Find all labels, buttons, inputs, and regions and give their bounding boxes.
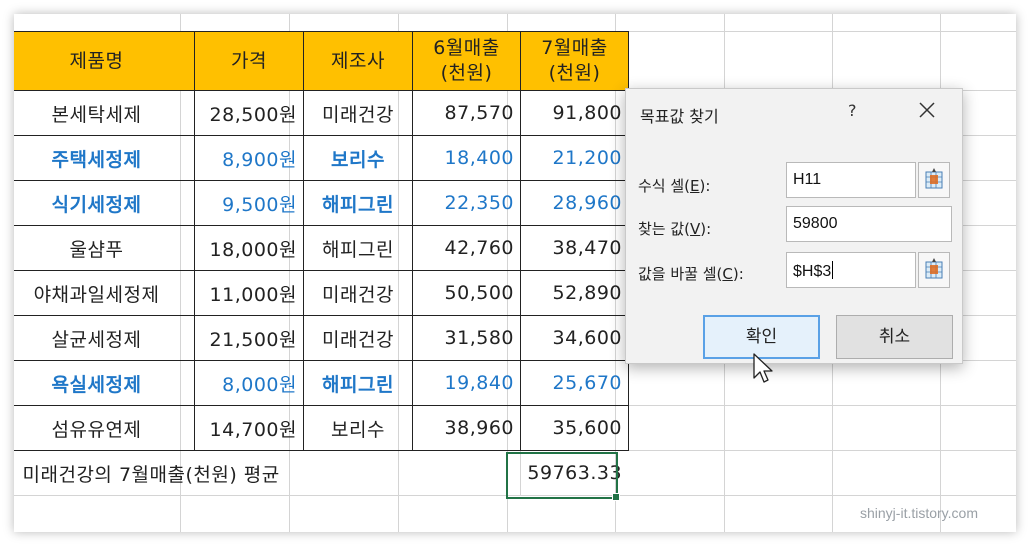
- cell-price[interactable]: 18,000원: [194, 225, 304, 271]
- cell-product-name[interactable]: 야채과일세정제: [14, 270, 195, 316]
- changing-cell-label: 값을 바꿀 셀(C):: [638, 265, 744, 283]
- gridline-horizontal: [14, 495, 1016, 496]
- cell-july-sales[interactable]: 28,960: [520, 180, 629, 226]
- summary-label[interactable]: 미래건강의 7월매출(천원) 평균: [14, 450, 521, 495]
- cell-july-sales[interactable]: 34,600: [520, 315, 629, 361]
- cell-product-name[interactable]: 욕실세정제: [14, 360, 195, 406]
- header-row: 제품명 가격 제조사 6월매출 (천원) 7월매출 (천원): [14, 31, 629, 91]
- cell-maker[interactable]: 해피그린: [303, 180, 413, 226]
- cell-price[interactable]: 9,500원: [194, 180, 304, 226]
- cell-july-sales[interactable]: 25,670: [520, 360, 629, 406]
- cell-maker[interactable]: 해피그린: [303, 360, 413, 406]
- cell-product-name[interactable]: 주택세정제: [14, 135, 195, 181]
- text-caret: [832, 261, 834, 279]
- header-maker[interactable]: 제조사: [303, 31, 413, 91]
- summary-value-cell[interactable]: 59763.33: [520, 450, 629, 495]
- cell-june-sales[interactable]: 50,500: [412, 270, 521, 316]
- cell-product-name[interactable]: 살균세정제: [14, 315, 195, 361]
- cell-july-sales[interactable]: 35,600: [520, 405, 629, 451]
- cell-july-sales[interactable]: 91,800: [520, 90, 629, 136]
- changing-cell-range-button[interactable]: [918, 252, 950, 288]
- summary-row: 미래건강의 7월매출(천원) 평균 59763.33: [14, 450, 629, 495]
- cell-july-sales[interactable]: 38,470: [520, 225, 629, 271]
- cell-price[interactable]: 11,000원: [194, 270, 304, 316]
- help-button[interactable]: ?: [848, 101, 857, 120]
- cell-june-sales[interactable]: 19,840: [412, 360, 521, 406]
- cell-maker[interactable]: 보리수: [303, 135, 413, 181]
- target-value-input[interactable]: 59800: [786, 206, 952, 242]
- fill-handle[interactable]: [612, 493, 620, 501]
- goal-seek-dialog: 목표값 찾기 ? 수식 셀(E): H11 찾는 값(V): 59800 값을 …: [625, 88, 963, 364]
- formula-cell-input[interactable]: H11: [786, 162, 916, 198]
- formula-cell-range-button[interactable]: [918, 162, 950, 198]
- table-row: 식기세정제 9,500원 해피그린 22,350 28,960: [14, 180, 629, 226]
- table-row: 야채과일세정제 11,000원 미래건강 50,500 52,890: [14, 270, 629, 316]
- cell-july-sales[interactable]: 52,890: [520, 270, 629, 316]
- formula-cell-label: 수식 셀(E):: [638, 177, 711, 195]
- cell-maker[interactable]: 보리수: [303, 405, 413, 451]
- cancel-button[interactable]: 취소: [836, 315, 953, 359]
- changing-cell-input[interactable]: $H$3: [786, 252, 916, 288]
- cell-maker[interactable]: 해피그린: [303, 225, 413, 271]
- cell-june-sales[interactable]: 18,400: [412, 135, 521, 181]
- table-row: 울샴푸 18,000원 해피그린 42,760 38,470: [14, 225, 629, 271]
- range-select-icon: [925, 258, 943, 279]
- cell-july-sales[interactable]: 21,200: [520, 135, 629, 181]
- close-icon[interactable]: [916, 99, 938, 121]
- cell-june-sales[interactable]: 87,570: [412, 90, 521, 136]
- cell-price[interactable]: 21,500원: [194, 315, 304, 361]
- table-row: 본세탁세제 28,500원 미래건강 87,570 91,800: [14, 90, 629, 136]
- cell-product-name[interactable]: 식기세정제: [14, 180, 195, 226]
- cell-june-sales[interactable]: 38,960: [412, 405, 521, 451]
- header-july-sales[interactable]: 7월매출 (천원): [520, 31, 629, 91]
- table-row: 주택세정제 8,900원 보리수 18,400 21,200: [14, 135, 629, 181]
- cell-maker[interactable]: 미래건강: [303, 90, 413, 136]
- sales-table: 제품명 가격 제조사 6월매출 (천원) 7월매출 (천원) 본세탁세제 28,500…: [14, 31, 629, 495]
- mouse-pointer-icon: [753, 353, 773, 383]
- cell-maker[interactable]: 미래건강: [303, 315, 413, 361]
- dialog-title: 목표값 찾기: [640, 107, 719, 126]
- cell-june-sales[interactable]: 22,350: [412, 180, 521, 226]
- cell-june-sales[interactable]: 42,760: [412, 225, 521, 271]
- cell-price[interactable]: 14,700원: [194, 405, 304, 451]
- header-product[interactable]: 제품명: [14, 31, 195, 91]
- cell-price[interactable]: 8,000원: [194, 360, 304, 406]
- cell-product-name[interactable]: 본세탁세제: [14, 90, 195, 136]
- cell-june-sales[interactable]: 31,580: [412, 315, 521, 361]
- target-value-label: 찾는 값(V):: [638, 220, 712, 238]
- cell-price[interactable]: 28,500원: [194, 90, 304, 136]
- table-row: 살균세정제 21,500원 미래건강 31,580 34,600: [14, 315, 629, 361]
- cell-product-name[interactable]: 울샴푸: [14, 225, 195, 271]
- cell-maker[interactable]: 미래건강: [303, 270, 413, 316]
- cell-price[interactable]: 8,900원: [194, 135, 304, 181]
- watermark: shinyj-it.tistory.com: [860, 505, 978, 521]
- header-june-sales[interactable]: 6월매출 (천원): [412, 31, 521, 91]
- table-row: 섬유유연제 14,700원 보리수 38,960 35,600: [14, 405, 629, 451]
- header-price[interactable]: 가격: [194, 31, 304, 91]
- cell-product-name[interactable]: 섬유유연제: [14, 405, 195, 451]
- table-row: 욕실세정제 8,000원 해피그린 19,840 25,670: [14, 360, 629, 406]
- range-select-icon: [925, 168, 943, 189]
